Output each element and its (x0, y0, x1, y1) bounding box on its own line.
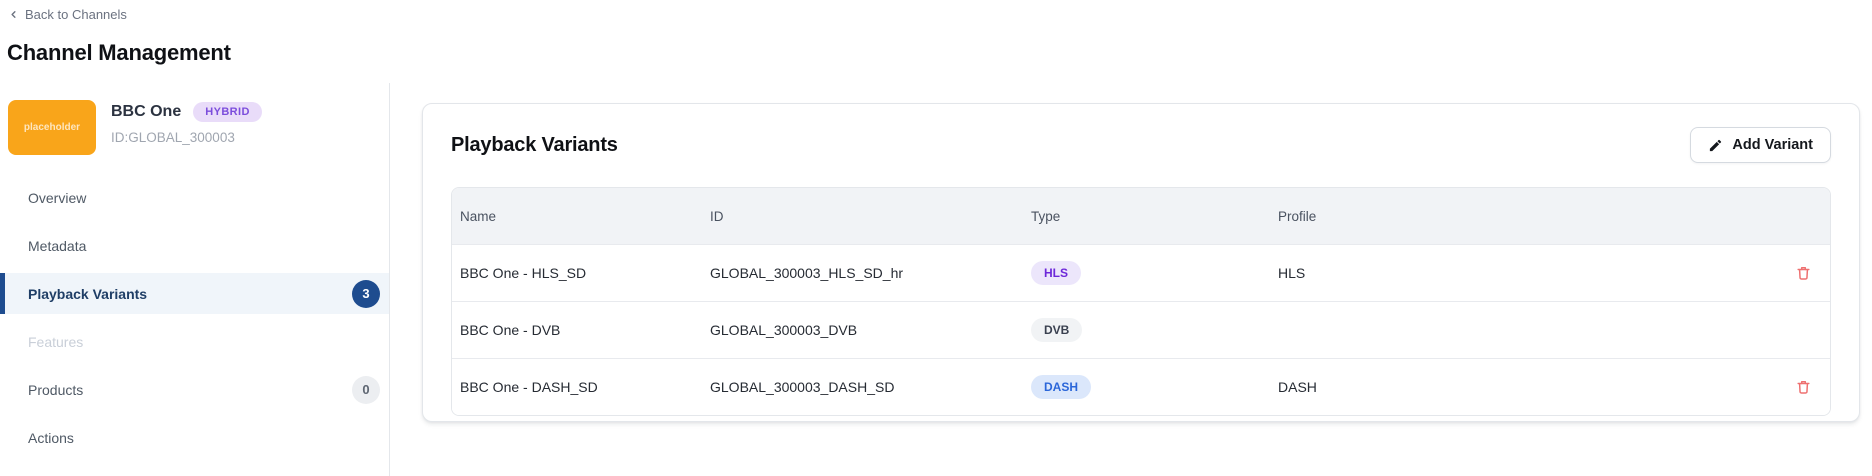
trash-icon (1795, 264, 1812, 282)
variant-name-cell: BBC One - DVB (452, 322, 702, 338)
sidebar-item-features: Features (0, 321, 389, 362)
table-body: BBC One - HLS_SD GLOBAL_300003_HLS_SD_hr… (452, 244, 1830, 415)
variant-id-cell: GLOBAL_300003_DASH_SD (702, 379, 1023, 395)
back-to-channels-link[interactable]: Back to Channels (8, 7, 127, 22)
sidebar-item-count-badge: 0 (352, 376, 380, 404)
thumbnail-placeholder-label: placeholder (24, 122, 80, 133)
panel-title: Playback Variants (451, 134, 618, 157)
playback-variants-panel: Playback Variants Add Variant Name ID Ty… (422, 103, 1860, 422)
variant-actions-cell (1752, 262, 1830, 284)
variant-type-badge: DVB (1031, 318, 1082, 342)
variant-type-cell: DASH (1023, 375, 1270, 399)
add-variant-label: Add Variant (1732, 137, 1813, 153)
sidebar-item-label: Metadata (28, 238, 86, 254)
sidebar-item-label: Playback Variants (28, 286, 147, 302)
variant-row: BBC One - DVB GLOBAL_300003_DVB DVB (452, 301, 1830, 358)
variant-profile-cell: DASH (1270, 379, 1752, 395)
variant-id-cell: GLOBAL_300003_DVB (702, 322, 1023, 338)
sidebar-item-products[interactable]: Products 0 (0, 369, 389, 410)
main-area: Playback Variants Add Variant Name ID Ty… (390, 83, 1872, 476)
delete-variant-button[interactable] (1793, 262, 1814, 284)
sidebar-item-actions[interactable]: Actions (0, 417, 389, 458)
sidebar-item-label: Features (28, 334, 83, 350)
variant-name-cell: BBC One - DASH_SD (452, 379, 702, 395)
variant-row: BBC One - HLS_SD GLOBAL_300003_HLS_SD_hr… (452, 244, 1830, 301)
variant-type-cell: DVB (1023, 318, 1270, 342)
sidebar-item-label: Products (28, 382, 83, 398)
panel-header: Playback Variants Add Variant (451, 127, 1831, 163)
column-header-profile: Profile (1270, 209, 1752, 224)
back-link-label: Back to Channels (25, 7, 127, 22)
sidebar-item-overview[interactable]: Overview (0, 177, 389, 218)
channel-meta: BBC One HYBRID ID:GLOBAL_300003 (111, 100, 262, 145)
variant-type-badge: DASH (1031, 375, 1091, 399)
pencil-icon (1708, 138, 1723, 153)
variant-actions-cell (1752, 376, 1830, 398)
channel-header: placeholder BBC One HYBRID ID:GLOBAL_300… (0, 100, 389, 155)
channel-thumbnail: placeholder (8, 100, 96, 155)
page-title: Channel Management (7, 40, 1872, 66)
trash-icon (1795, 378, 1812, 396)
variant-id-cell: GLOBAL_300003_HLS_SD_hr (702, 265, 1023, 281)
variant-name-cell: BBC One - HLS_SD (452, 265, 702, 281)
variants-table: Name ID Type Profile BBC One - HLS_SD GL… (451, 187, 1831, 416)
sidebar-nav: Overview Metadata Playback Variants 3 Fe… (0, 177, 389, 458)
variant-row: BBC One - DASH_SD GLOBAL_300003_DASH_SD … (452, 358, 1830, 415)
content-area: placeholder BBC One HYBRID ID:GLOBAL_300… (0, 83, 1872, 476)
sidebar-item-playback-variants[interactable]: Playback Variants 3 (0, 273, 389, 314)
channel-sidebar: placeholder BBC One HYBRID ID:GLOBAL_300… (0, 83, 390, 476)
channel-type-badge: HYBRID (193, 102, 262, 122)
variant-actions-cell (1752, 319, 1830, 341)
variant-type-badge: HLS (1031, 261, 1081, 285)
add-variant-button[interactable]: Add Variant (1690, 127, 1831, 163)
column-header-type: Type (1023, 209, 1270, 224)
variant-type-cell: HLS (1023, 261, 1270, 285)
sidebar-item-label: Actions (28, 430, 74, 446)
sidebar-item-metadata[interactable]: Metadata (0, 225, 389, 266)
channel-id: ID:GLOBAL_300003 (111, 130, 262, 145)
column-header-name: Name (452, 209, 702, 224)
table-header-row: Name ID Type Profile (452, 188, 1830, 244)
sidebar-item-count-badge: 3 (352, 280, 380, 308)
channel-name: BBC One (111, 103, 181, 121)
variant-profile-cell: HLS (1270, 265, 1752, 281)
sidebar-item-label: Overview (28, 190, 86, 206)
delete-variant-button[interactable] (1793, 376, 1814, 398)
chevron-left-icon (8, 9, 19, 20)
channel-management-page: Back to Channels Channel Management plac… (0, 0, 1872, 476)
column-header-id: ID (702, 209, 1023, 224)
